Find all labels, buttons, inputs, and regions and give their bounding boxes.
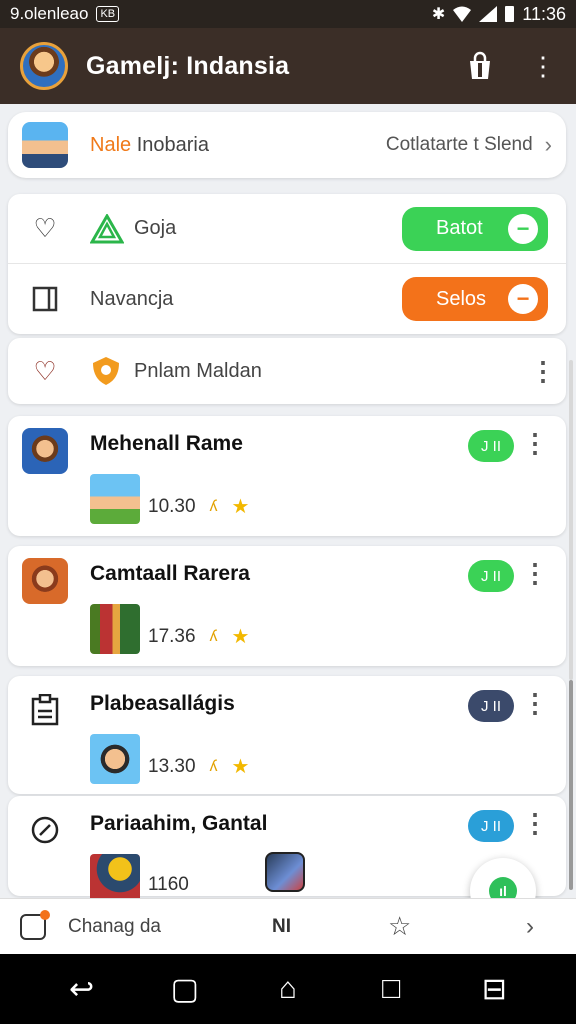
game-icon (22, 428, 68, 474)
settings-row-goja[interactable]: ♡ Goja Batot − (8, 194, 566, 264)
profile-link[interactable]: Cotlatarte t Slend › (386, 132, 552, 158)
game-title: Pariaahim, Gantal (90, 812, 268, 835)
nav-label: Chanag da (68, 915, 161, 937)
game-card[interactable]: Camtaall Rarera J II ⋮ 17.36 ʎ ★ (8, 546, 566, 666)
more-options-icon[interactable]: ⋮ (530, 358, 556, 384)
app-bar: Gamelj: Indansia ⋮ (0, 28, 576, 104)
status-bar: 9.olenleao KB ✱ 11:36 (0, 0, 576, 28)
chevron-right-icon[interactable]: › (526, 913, 534, 941)
overview-icon[interactable]: □ (371, 972, 411, 1006)
nav-item-ni[interactable]: NI (272, 916, 291, 938)
star-icon: ★ (231, 756, 250, 778)
game-badge[interactable]: J II (468, 430, 514, 462)
bag-icon[interactable] (466, 51, 494, 81)
star-outline-icon[interactable]: ☆ (388, 911, 411, 942)
clipboard-icon (31, 694, 59, 726)
more-options-icon[interactable]: ⋮ (530, 53, 556, 79)
split-screen-icon[interactable]: ⊟ (474, 972, 514, 1007)
game-title: Camtaall Rarera (90, 562, 250, 585)
clock: 11:36 (522, 3, 566, 24)
wifi-icon (453, 6, 472, 22)
more-options-icon[interactable]: ⋮ (522, 430, 548, 456)
more-options-icon[interactable]: ⋮ (522, 690, 548, 716)
rank-icon: ʎ (209, 627, 218, 645)
game-icon (22, 558, 68, 604)
battery-icon (505, 6, 515, 22)
game-thumbnail (90, 604, 140, 654)
floating-game-tile[interactable] (265, 852, 305, 892)
toggle-selos[interactable]: Selos − (402, 277, 548, 321)
chevron-right-icon: › (544, 132, 552, 157)
profile-link-label: Cotlatarte t Slend (385, 134, 533, 155)
settings-row-label: Navancja (90, 287, 174, 310)
settings-row-label: Goja (134, 217, 177, 239)
compass-icon (31, 816, 59, 844)
bluetooth-icon: ✱ (431, 6, 446, 23)
game-meta: 17.36 ʎ ★ (148, 624, 249, 649)
rank-icon: ʎ (209, 497, 218, 515)
profile-name: Nale Inobaria (90, 134, 209, 157)
app-bar-actions: ⋮ (466, 51, 556, 81)
toggle-batot[interactable]: Batot − (402, 206, 548, 251)
settings-row-pnlam[interactable]: ♡ Pnlam Maldan ⋮ (8, 338, 566, 404)
settings-row-label: Pnlam Maldan (134, 359, 262, 382)
heart-icon: ♡ (33, 355, 57, 386)
square-icon (26, 286, 64, 312)
bottom-nav: Chanag da NI ☆ › (0, 898, 576, 954)
game-title: Mehenall Rame (90, 432, 243, 455)
toggle-label: Selos (436, 287, 487, 310)
page-title: Gamelj: Indansia (86, 51, 290, 80)
game-meta-value: 1160 (148, 874, 189, 895)
status-icons: ✱ 11:36 (432, 4, 566, 25)
recent-apps-icon[interactable]: ▢ (165, 972, 205, 1007)
nav-item-chanag[interactable]: Chanag da (20, 909, 161, 940)
shield-icon (93, 357, 119, 385)
home-icon[interactable]: ⌂ (268, 972, 308, 1006)
profile-name-highlight: Nale (90, 133, 132, 156)
game-meta-value: 17.36 (148, 625, 196, 647)
game-meta: 13.30 ʎ ★ (148, 754, 249, 779)
game-thumbnail (90, 734, 140, 784)
toggle-label: Batot (436, 217, 483, 239)
game-card[interactable]: Mehenall Rame J II ⋮ 10.30 ʎ ★ (8, 416, 566, 536)
minus-icon: − (508, 213, 538, 244)
game-thumbnail (90, 474, 140, 524)
profile-thumbnail (22, 122, 68, 168)
avatar[interactable] (20, 42, 68, 90)
game-badge[interactable]: J II (468, 560, 514, 592)
game-meta-value: 10.30 (148, 495, 196, 517)
bag-icon (20, 909, 50, 940)
game-badge[interactable]: J II (468, 690, 514, 722)
minus-icon: − (508, 284, 538, 314)
system-nav-bar: ↩ ▢ ⌂ □ ⊟ (0, 954, 576, 1024)
game-badge[interactable]: J II (468, 810, 514, 842)
profile-card[interactable]: Nale Inobaria Cotlatarte t Slend › (8, 112, 566, 178)
heart-icon: ♡ (33, 213, 57, 243)
game-meta: 10.30 ʎ ★ (148, 494, 249, 519)
status-badge: KB (96, 6, 120, 22)
rank-icon: ʎ (209, 757, 218, 775)
scrollbar-thumb[interactable] (569, 680, 573, 890)
star-icon: ★ (231, 496, 250, 518)
game-title: Plabeasallágis (90, 692, 235, 715)
profile-name-rest: Inobaria (131, 133, 209, 156)
settings-row-navancja[interactable]: Navancja Selos − (8, 264, 566, 334)
game-thumbnail (90, 854, 140, 904)
game-meta: 1160 (148, 874, 189, 896)
more-options-icon[interactable]: ⋮ (522, 810, 548, 836)
game-card[interactable]: Plabeasallágis J II ⋮ 13.30 ʎ ★ (8, 676, 566, 794)
signal-icon (479, 6, 498, 22)
carrier-label: 9.olenleao (10, 4, 89, 23)
triangle-icon (90, 213, 124, 243)
more-options-icon[interactable]: ⋮ (522, 560, 548, 586)
game-meta-value: 13.30 (148, 755, 196, 777)
scrollbar-track[interactable] (569, 360, 573, 680)
back-icon[interactable]: ↩ (62, 972, 102, 1007)
star-icon: ★ (231, 626, 250, 648)
